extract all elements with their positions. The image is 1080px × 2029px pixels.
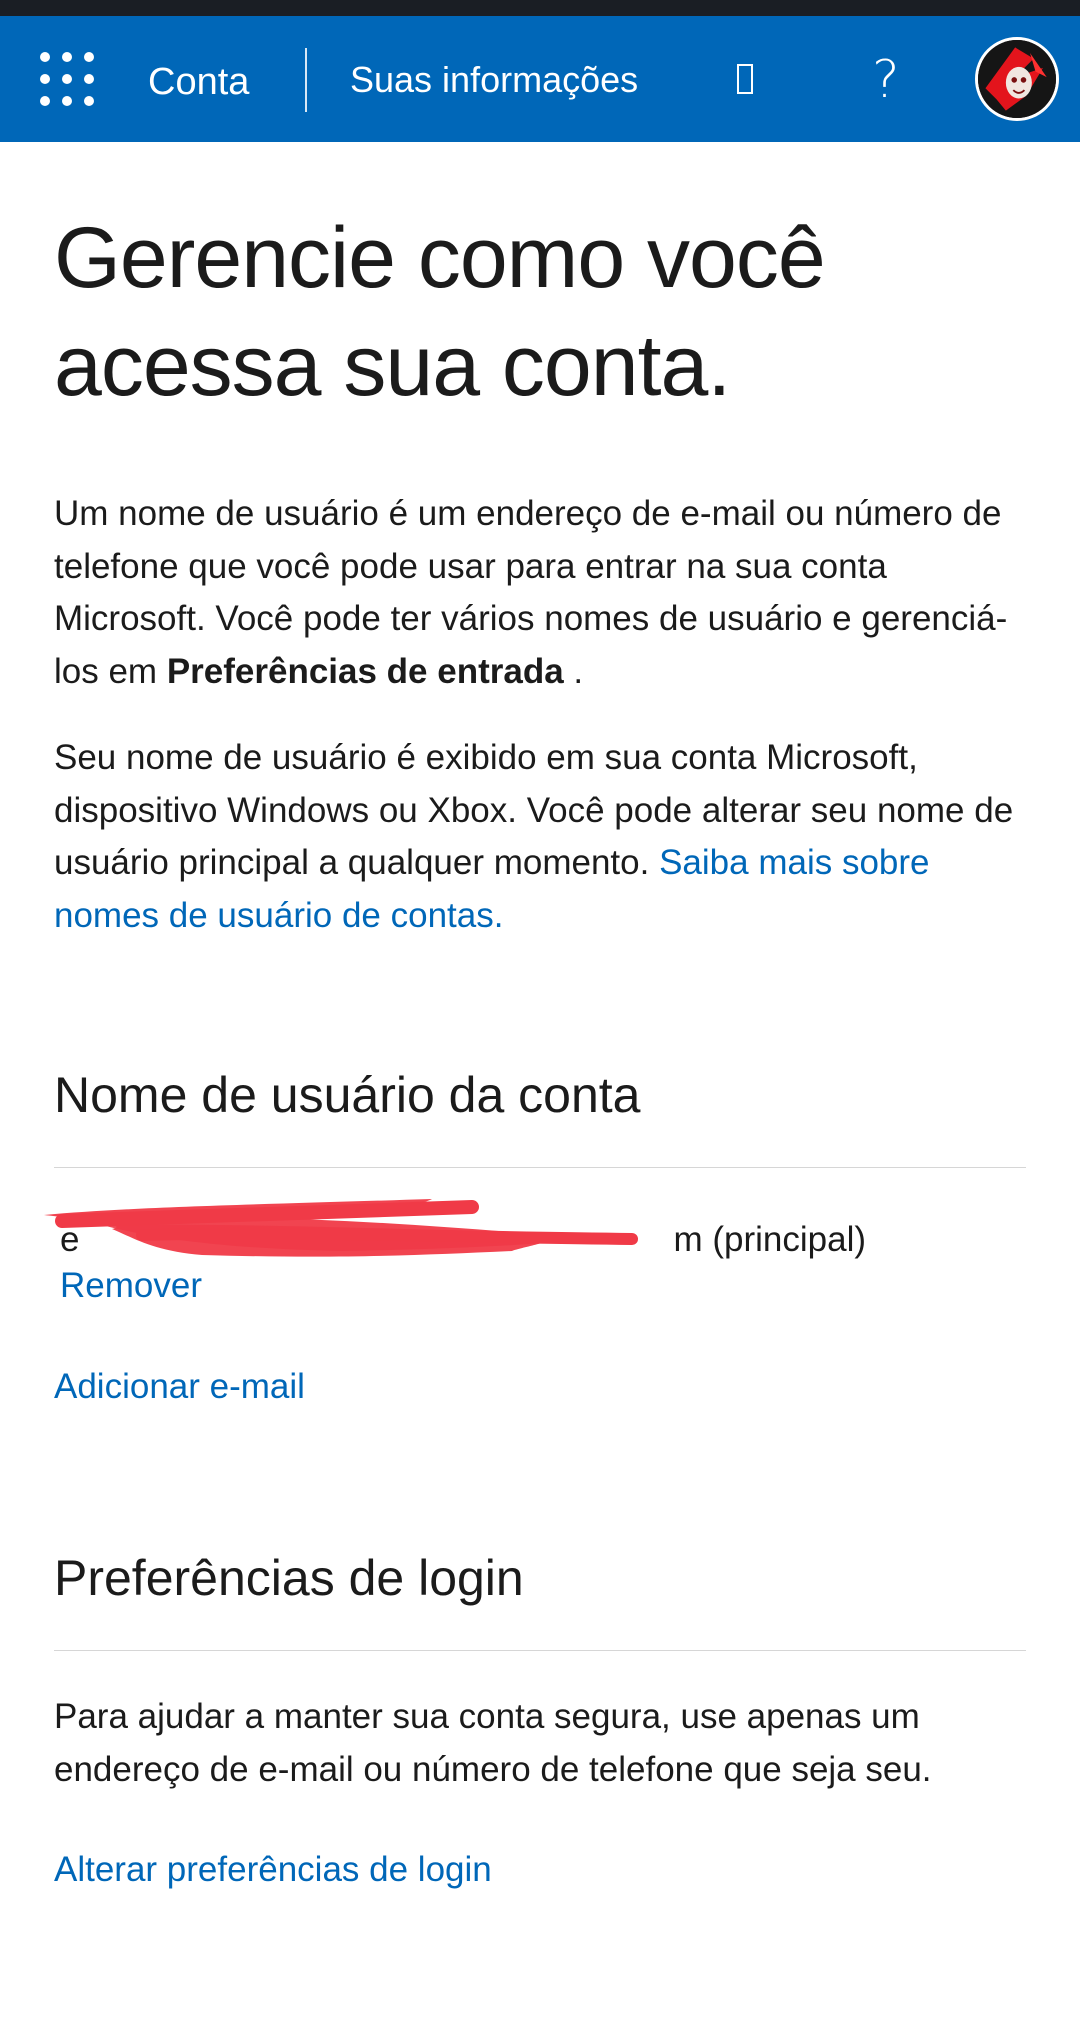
intro-trailing-period: . bbox=[563, 651, 584, 691]
add-email-link[interactable]: Adicionar e-mail bbox=[54, 1364, 1026, 1410]
login-preferences-description: Para ajudar a manter sua conta segura, u… bbox=[54, 1697, 932, 1789]
app-header: Conta Suas informações ? bbox=[0, 16, 1080, 142]
intro-bold-preferences: Preferências de entrada bbox=[166, 651, 564, 691]
section-divider bbox=[54, 1167, 1026, 1168]
remove-email-link[interactable]: Remover bbox=[54, 1263, 1026, 1309]
change-login-preferences-link[interactable]: Alterar preferências de login bbox=[54, 1847, 1026, 1893]
page-title: Gerencie como você acessa sua conta. bbox=[54, 210, 826, 414]
login-preferences-heading: Preferências de login bbox=[54, 1550, 524, 1606]
header-app-title[interactable]: Conta bbox=[148, 60, 249, 104]
section-divider bbox=[54, 1650, 1026, 1651]
avatar[interactable] bbox=[975, 37, 1059, 121]
main-content: Gerencie como você acessa sua conta. Um … bbox=[44, 142, 1026, 1893]
header-divider bbox=[305, 48, 307, 112]
missing-glyph-icon[interactable] bbox=[737, 64, 753, 94]
header-section-title[interactable]: Suas informações bbox=[350, 58, 638, 102]
primary-email-row: e m (principal) bbox=[44, 1199, 1026, 1265]
system-status-strip bbox=[0, 0, 1080, 16]
email-visible-end: m (principal) bbox=[673, 1220, 867, 1259]
intro-paragraph: Um nome de usuário é um endereço de e-ma… bbox=[54, 488, 1026, 698]
help-icon[interactable]: ? bbox=[872, 50, 900, 110]
account-username-heading: Nome de usuário da conta bbox=[54, 1067, 641, 1123]
app-launcher-icon[interactable] bbox=[40, 52, 94, 106]
username-info-paragraph: Seu nome de usuário é exibido em sua con… bbox=[54, 732, 1026, 942]
email-visible-start: e bbox=[60, 1220, 80, 1259]
redaction-scribble bbox=[44, 1199, 638, 1257]
avatar-image bbox=[978, 40, 1056, 118]
